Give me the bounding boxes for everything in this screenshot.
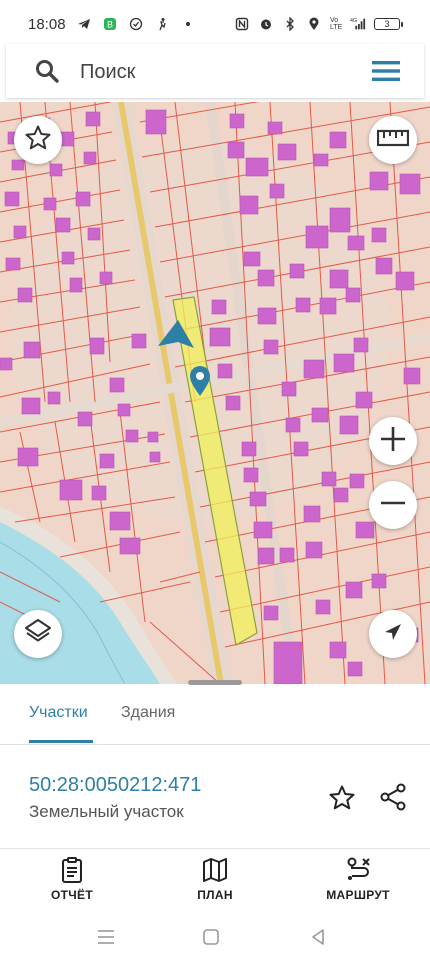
nfc-icon xyxy=(234,16,250,32)
map-canvas[interactable] xyxy=(0,102,430,684)
map-view[interactable] xyxy=(0,102,430,684)
cadastral-number[interactable]: 50:28:0050212:471 xyxy=(29,774,201,797)
route-button[interactable]: МАРШРУТ xyxy=(308,854,408,910)
plus-icon xyxy=(378,424,408,459)
tab-bar: Участки Здания xyxy=(0,692,430,745)
bottom-sheet: Участки Здания 50:28:0050212:471 Земельн… xyxy=(0,680,430,960)
telegram-icon xyxy=(76,16,92,32)
ruler-icon xyxy=(376,129,410,152)
report-label: ОТЧЁТ xyxy=(51,888,93,902)
report-button[interactable]: ОТЧЁТ xyxy=(22,854,122,910)
zoom-out-button[interactable] xyxy=(369,481,417,529)
system-navigation-bar xyxy=(0,914,430,960)
sheet-drag-handle[interactable] xyxy=(188,680,242,685)
search-input[interactable] xyxy=(78,54,362,90)
app-badge-icon: B xyxy=(102,16,118,32)
star-icon[interactable] xyxy=(328,784,356,812)
location-icon xyxy=(306,16,322,32)
alarm-icon xyxy=(258,16,274,32)
signal-icon: 4G xyxy=(350,16,366,32)
search-bar xyxy=(6,44,424,98)
layers-icon xyxy=(23,617,53,652)
locate-me-button[interactable] xyxy=(369,610,417,658)
zoom-in-button[interactable] xyxy=(369,417,417,465)
svg-text:B: B xyxy=(107,20,113,30)
clipboard-report-icon xyxy=(58,856,86,884)
parcel-type: Земельный участок xyxy=(29,802,184,821)
search-icon[interactable] xyxy=(34,58,60,84)
bottom-navigation: ОТЧЁТ ПЛАН МАРШРУТ xyxy=(0,854,430,914)
bluetooth-icon xyxy=(282,16,298,32)
back-icon[interactable] xyxy=(307,926,329,948)
check-circle-icon xyxy=(128,16,144,32)
favorite-map-button[interactable] xyxy=(14,116,62,164)
share-icon[interactable] xyxy=(378,782,408,812)
volte-label: Vo LTE xyxy=(330,17,343,31)
plan-label: ПЛАН xyxy=(197,888,233,902)
battery-level: 3 xyxy=(384,19,390,29)
plan-button[interactable]: ПЛАН xyxy=(165,854,265,910)
route-label: МАРШРУТ xyxy=(326,888,390,902)
status-right: Vo LTE 4G 3 xyxy=(234,16,403,32)
dot-icon xyxy=(180,16,196,32)
tab-buildings[interactable]: Здания xyxy=(121,704,175,722)
navigation-arrow-icon xyxy=(382,621,404,648)
minus-icon xyxy=(378,488,408,523)
hamburger-menu-icon[interactable] xyxy=(370,58,402,84)
sheet-divider xyxy=(0,848,430,849)
home-icon[interactable] xyxy=(200,926,222,948)
map-plan-icon xyxy=(201,856,229,884)
active-tab-indicator xyxy=(29,740,93,743)
route-icon xyxy=(344,856,372,884)
battery-icon: 3 xyxy=(374,18,403,30)
status-left: 18:08 B xyxy=(28,16,196,33)
svg-text:4G: 4G xyxy=(350,18,357,24)
tab-parcels[interactable]: Участки xyxy=(29,704,88,722)
recent-apps-icon[interactable] xyxy=(95,926,117,948)
status-bar: 18:08 B Vo LTE 4G 3 xyxy=(0,0,430,48)
status-time: 18:08 xyxy=(28,15,66,33)
layers-button[interactable] xyxy=(14,610,62,658)
star-outline-icon xyxy=(24,124,52,157)
activity-icon xyxy=(154,16,170,32)
ruler-button[interactable] xyxy=(369,116,417,164)
